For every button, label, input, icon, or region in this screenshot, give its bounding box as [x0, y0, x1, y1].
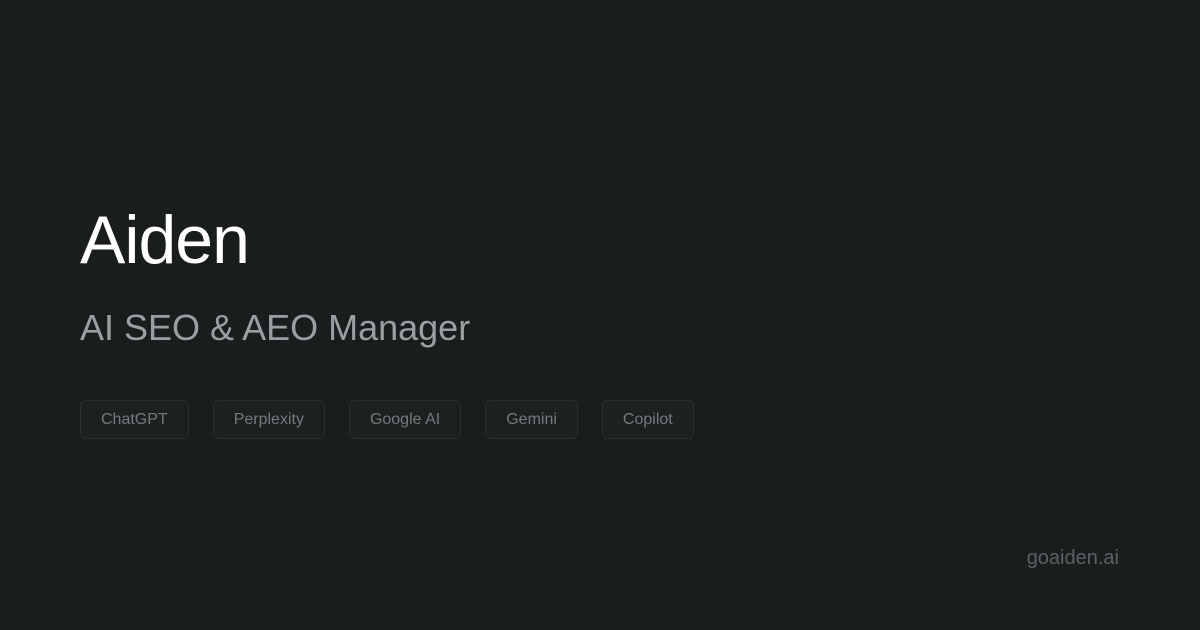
platform-chip-copilot: Copilot: [601, 400, 694, 439]
brand-title: Aiden: [80, 202, 250, 278]
platform-chip-list: ChatGPT Perplexity Google AI Gemini Copi…: [80, 400, 694, 439]
brand-subtitle: AI SEO & AEO Manager: [80, 307, 471, 348]
platform-chip-chatgpt: ChatGPT: [80, 400, 189, 439]
platform-chip-perplexity: Perplexity: [212, 400, 325, 439]
brand-domain: goaiden.ai: [1026, 547, 1119, 569]
platform-chip-gemini: Gemini: [485, 400, 578, 439]
social-card: Aiden AI SEO & AEO Manager ChatGPT Perpl…: [0, 0, 1200, 630]
platform-chip-google-ai: Google AI: [348, 400, 462, 439]
